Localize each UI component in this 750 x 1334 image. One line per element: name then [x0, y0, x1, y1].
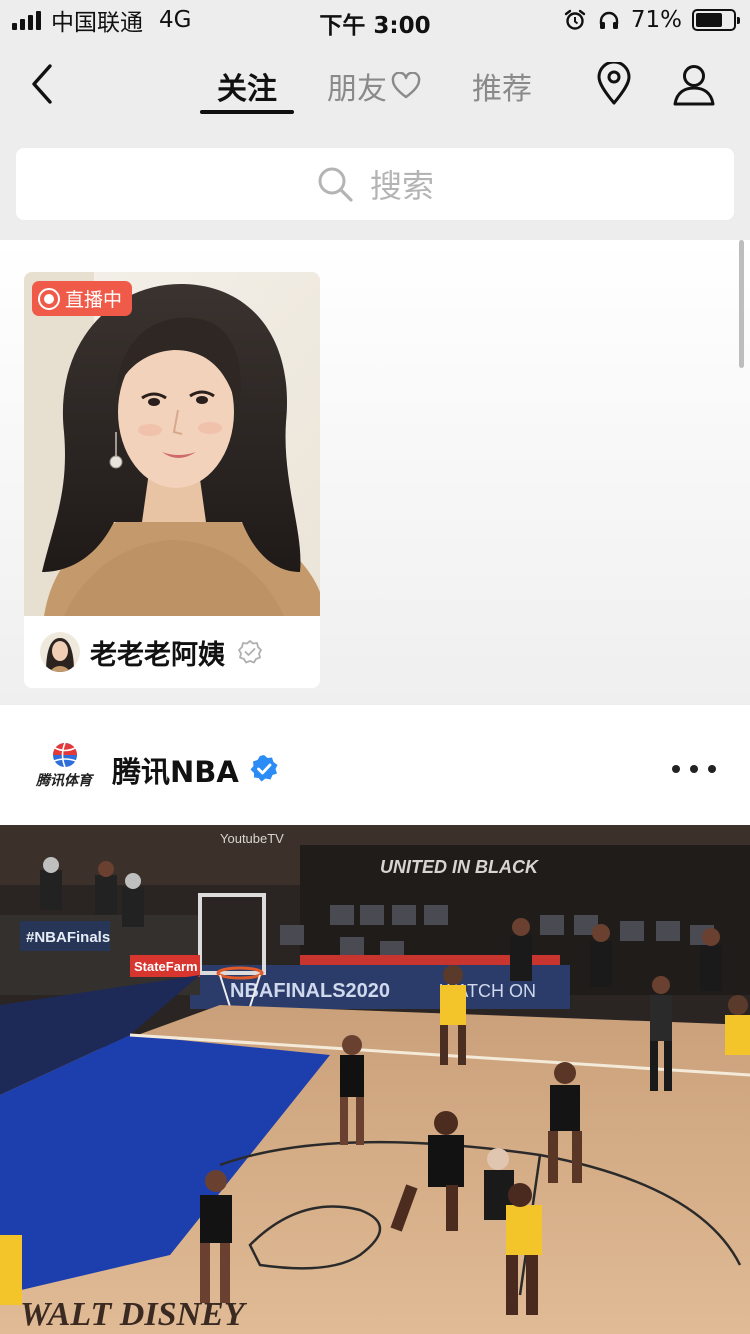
court-logo: WALT DISNEY [20, 1296, 248, 1333]
more-options-button[interactable] [672, 761, 716, 777]
verified-badge-icon [238, 640, 262, 664]
tab-friends-label: 朋友 [327, 72, 387, 107]
back-arrow-icon[interactable] [26, 62, 60, 106]
tab-recommend[interactable]: 推荐 [472, 64, 532, 108]
nbafinals-banner: #NBAFinals [26, 929, 110, 946]
search-bar[interactable]: 搜索 [16, 148, 734, 220]
live-card[interactable]: 直播中 老老老阿姨 [24, 272, 320, 688]
united-banner: UNITED IN BLACK [380, 857, 540, 877]
search-icon [318, 167, 353, 202]
avatar [40, 632, 80, 672]
verified-badge-icon [250, 755, 278, 782]
location-pin-icon[interactable] [594, 62, 634, 106]
logo-caption: 腾讯体育 [36, 773, 92, 789]
headphones-icon [599, 11, 619, 29]
battery-icon [692, 9, 740, 31]
live-card-footer: 老老老阿姨 [24, 616, 320, 688]
active-tab-indicator [200, 110, 294, 114]
post-author-name[interactable]: 腾讯NBA [112, 749, 239, 791]
statefarm-banner: StateFarm [134, 959, 198, 974]
streamer-name: 老老老阿姨 [90, 639, 225, 671]
live-badge-label: 直播中 [65, 289, 123, 311]
live-record-icon [38, 287, 60, 310]
status-bar: 中国联通 4G 下午 3:00 71% [0, 0, 750, 40]
search-placeholder: 搜索 [369, 167, 434, 205]
heart-icon [391, 72, 421, 99]
live-section: 直播中 老老老阿姨 [0, 240, 750, 704]
post-video-thumbnail[interactable]: NBAFINALS2020 WATCH ON UNITED IN BLACK Y… [0, 825, 750, 1334]
user-profile-icon[interactable] [672, 64, 716, 106]
live-cover-image [24, 272, 320, 616]
top-nav: 关注 朋友 推荐 [0, 44, 750, 124]
live-badge: 直播中 [32, 281, 133, 316]
alarm-icon [564, 9, 586, 30]
tab-friends[interactable]: 朋友 [327, 64, 421, 108]
post-header: 腾讯体育 腾讯NBA [0, 705, 750, 825]
scrollbar[interactable] [739, 240, 744, 368]
tab-follow[interactable]: 关注 [217, 64, 277, 108]
youtube-banner: YoutubeTV [220, 831, 284, 846]
battery-percent: 71% [630, 7, 682, 33]
